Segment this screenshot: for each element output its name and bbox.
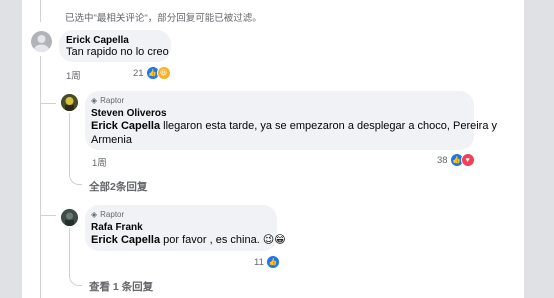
reply-text-line2: Armenia [91,134,132,146]
haha-icon: 😆 [156,66,171,80]
comment-text: Tan rapido no lo creo [66,46,169,58]
reply-author[interactable]: Rafa Frank [91,222,143,233]
contributor-badge: ◈ Raptor [91,210,124,219]
reaction-count: 21 [133,67,144,79]
reply-bubble: ◈ Raptor Steven Oliveros Erick Capella l… [85,91,497,150]
avatar[interactable] [31,31,52,52]
reaction-summary[interactable]: 21 👍 😆 [133,66,171,80]
mention-link[interactable]: Erick Capella [91,120,160,132]
reply-author[interactable]: Steven Oliveros [91,108,167,119]
reaction-count: 38 [437,154,448,166]
reply-bubble: ◈ Raptor Rafa Frank Erick Capella por fa… [85,205,286,251]
reply-text-line1: llegaron esta tarde, ya se empezaron a d… [160,120,498,132]
thread-connector-h [40,215,56,216]
badge-label: Raptor [100,210,125,219]
reaction-count: 11 [254,256,264,268]
comment-time[interactable]: 1周 [66,68,81,82]
reply-thread-line [69,113,70,175]
filter-notice: 已选中"最相关评论"，部分回复可能已被过滤。 [65,13,262,24]
avatar[interactable] [61,94,78,111]
reaction-summary[interactable]: 11 👍 [254,255,280,269]
thread-connector [40,80,55,104]
profile-photo-icon [61,94,78,111]
diamond-icon: ◈ [91,96,98,105]
badge-label: Raptor [100,96,125,105]
more-replies-link[interactable]: 全部2条回复 [89,179,147,194]
mention-link[interactable]: Erick Capella [91,234,160,246]
default-avatar-icon [34,35,49,52]
like-icon: 👍 [265,255,280,269]
more-replies-link[interactable]: 查看 1 条回复 [89,279,153,294]
comment-bubble: Erick Capella Tan rapido no lo creo [59,30,171,62]
reply-text: Erick Capella por favor , es china. 😉😁 [91,233,286,248]
reply-text: Erick Capella llegaron esta tarde, ya se… [91,119,497,134]
diamond-icon: ◈ [91,210,98,219]
profile-photo-icon [61,209,78,226]
contributor-badge: ◈ Raptor [91,96,124,105]
thread-connector-h [40,103,56,104]
reaction-summary[interactable]: 38 👍 ♥ [437,153,475,167]
avatar[interactable] [61,209,78,226]
reply-thread-line [69,228,70,276]
heart-icon: ♥ [460,153,475,167]
reply-time[interactable]: 1周 [92,155,107,169]
thread-line-outer [40,0,41,22]
reply-text-body: por favor , es china. 😉😁 [160,234,286,246]
